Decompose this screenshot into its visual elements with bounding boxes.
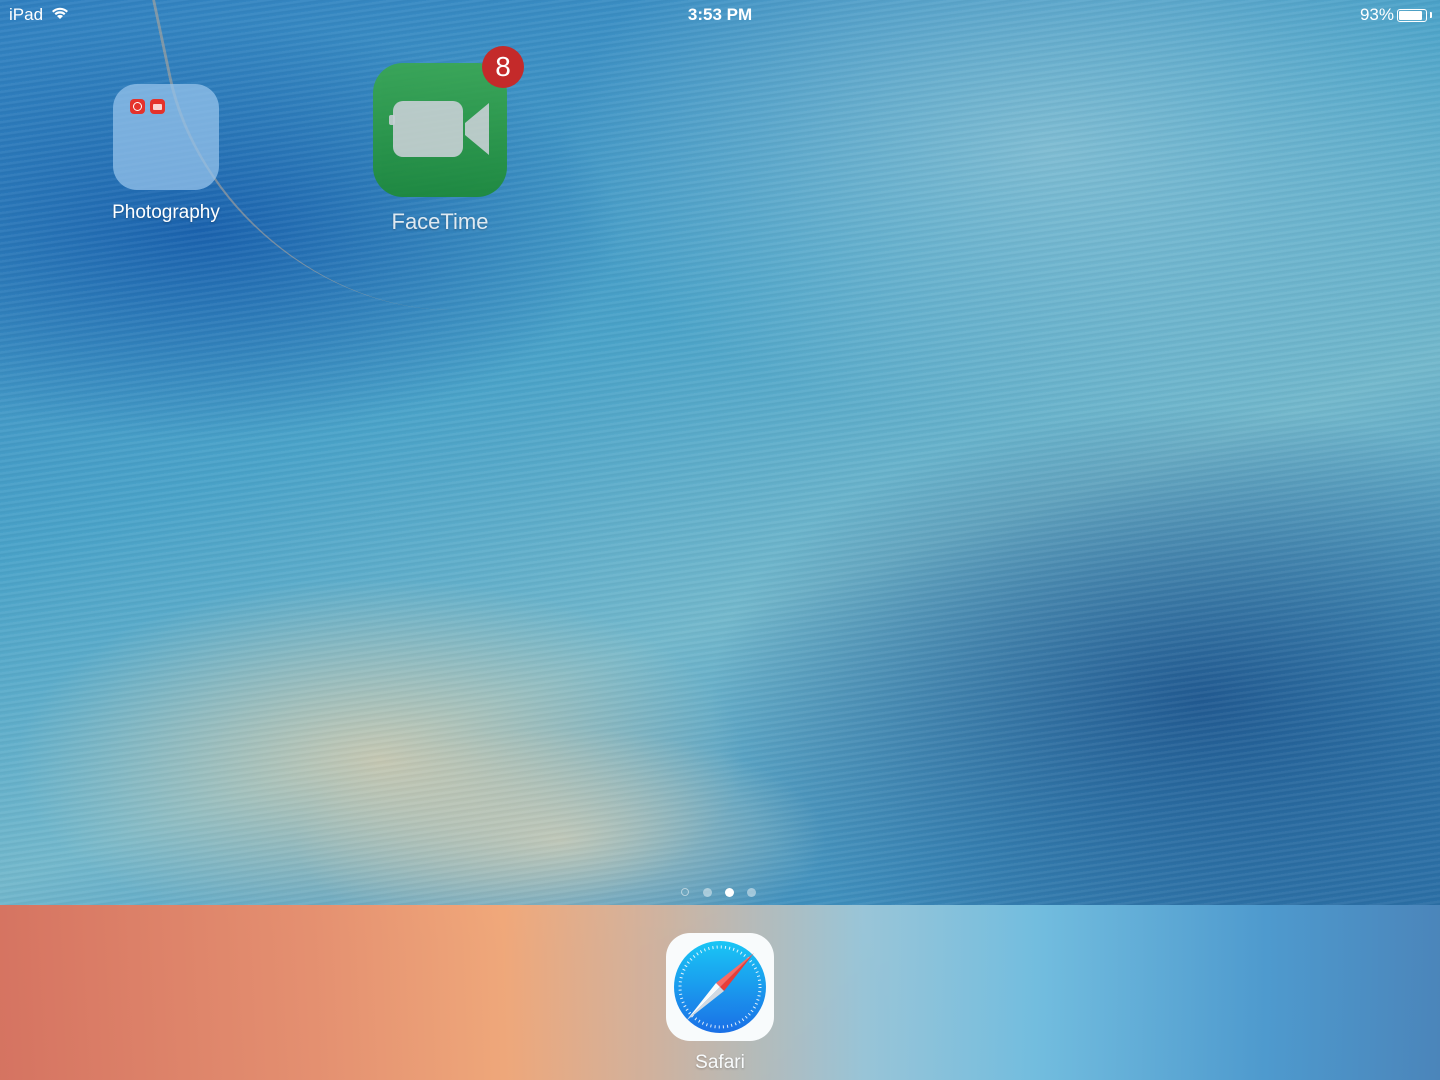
app-label: FaceTime [391, 209, 489, 234]
dock: Safari [0, 905, 1440, 1080]
battery-fill [1399, 10, 1422, 20]
folder-label: Photography [112, 202, 220, 223]
compass-icon [674, 941, 766, 1033]
folder-photography[interactable]: Photography [110, 84, 222, 224]
page-dot-active[interactable] [725, 888, 734, 897]
app-label: Safari [695, 1052, 745, 1073]
page-dot[interactable] [747, 888, 756, 897]
safari-icon [666, 933, 774, 1041]
mini-app-icon [130, 99, 145, 114]
mini-app-icon [150, 99, 165, 114]
battery-percent: 93% [1359, 5, 1394, 24]
app-facetime[interactable]: FaceTime [373, 63, 507, 235]
video-camera-icon [389, 101, 489, 157]
notification-badge: 8 [482, 46, 524, 88]
battery-cap [1430, 12, 1432, 18]
page-indicator[interactable] [681, 888, 756, 897]
app-safari[interactable]: Safari [665, 933, 775, 1074]
status-right: 93% [1360, 5, 1432, 25]
status-time: 3:53 PM [687, 5, 753, 24]
facetime-icon [373, 63, 507, 197]
page-dot[interactable] [703, 888, 712, 897]
folder-icon [113, 84, 219, 190]
search-page-dot[interactable] [681, 888, 690, 897]
battery-icon [1397, 8, 1427, 22]
status-bar: iPad 3:53 PM 93% [0, 0, 1440, 28]
